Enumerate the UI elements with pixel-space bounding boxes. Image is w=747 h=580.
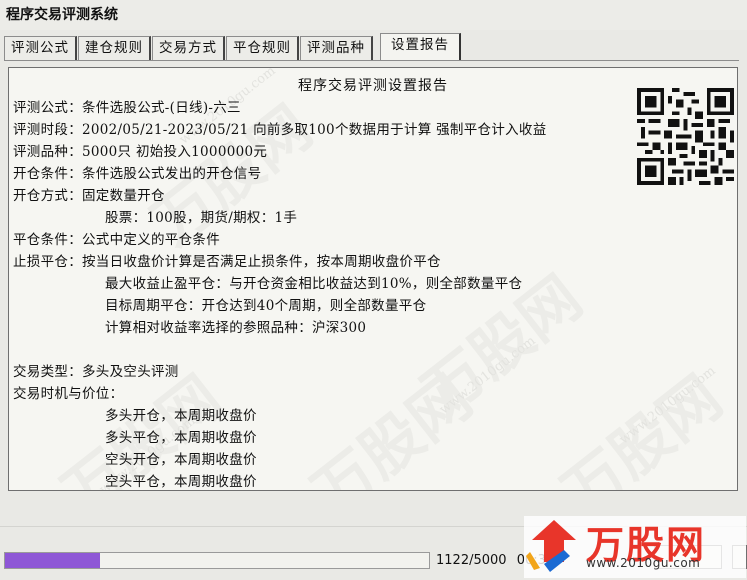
report-line-instruments: 评测品种：5000只 初始投入1000000元	[13, 144, 268, 160]
report-line-benchmark: 计算相对收益率选择的参照品种：沪深300	[105, 320, 367, 336]
tab-trade-mode[interactable]: 交易方式	[152, 36, 225, 60]
tab-open-rules[interactable]: 建仓规则	[78, 36, 151, 60]
report-line-short-close: 空头平仓，本周期收盘价	[105, 474, 257, 490]
report-line-take-profit: 最大收益止盈平仓：与开仓资金相比收益达到10%，则全部数量平仓	[105, 276, 523, 292]
report-line-short-open: 空头开仓，本周期收盘价	[105, 452, 257, 468]
tab-formula[interactable]: 评测公式	[4, 36, 77, 60]
window-title: 程序交易评测系统	[0, 0, 747, 30]
report-line-open-condition: 开仓条件：条件选股公式发出的开仓信号	[13, 166, 262, 182]
report-line-target-period: 目标周期平仓：开仓达到40个周期，则全部数量平仓	[105, 298, 427, 314]
brand-logo-url: www.2010gu.com	[586, 556, 701, 570]
progress-count: 1122/5000	[436, 553, 507, 568]
tab-bar: 评测公式 建仓规则 交易方式 平仓规则 评测品种 设置报告	[4, 33, 743, 60]
report-line-trade-type: 交易类型：多头及空头评测	[13, 364, 179, 380]
report-line-long-open: 多头开仓，本周期收盘价	[105, 408, 257, 424]
report-line-lot-size: 股票：100股，期货/期权：1手	[105, 210, 298, 226]
report-line-close-condition: 平仓条件：公式中定义的平仓条件	[13, 232, 220, 248]
report-title: 程序交易评测设置报告	[298, 78, 448, 94]
tab-divider	[4, 60, 739, 61]
report-line-timing: 交易时机与价位：	[13, 386, 124, 402]
report-line-stop-loss: 止损平仓：按当日收盘价计算是否满足止损条件，按本周期收盘价平仓	[13, 254, 441, 270]
report-line-open-mode: 开仓方式：固定数量开仓	[13, 188, 165, 204]
report-line-long-close: 多头平仓，本周期收盘价	[105, 430, 257, 446]
progress-bar	[4, 552, 430, 569]
report-line-period: 评测时段：2002/05/21-2023/05/21 向前多取100个数据用于计…	[13, 122, 547, 138]
tab-instruments[interactable]: 评测品种	[300, 36, 373, 60]
tab-settings-report[interactable]: 设置报告	[380, 33, 461, 60]
qr-code-icon	[637, 88, 734, 185]
progress-fill	[5, 553, 101, 568]
report-line-formula: 评测公式：条件选股公式-(日线)-六三	[13, 100, 241, 116]
report-panel[interactable]: 万股网 万股网 万股网 万股网 万股网 www.2010gu.com www.2…	[8, 67, 738, 491]
tab-close-rules[interactable]: 平仓规则	[226, 36, 299, 60]
